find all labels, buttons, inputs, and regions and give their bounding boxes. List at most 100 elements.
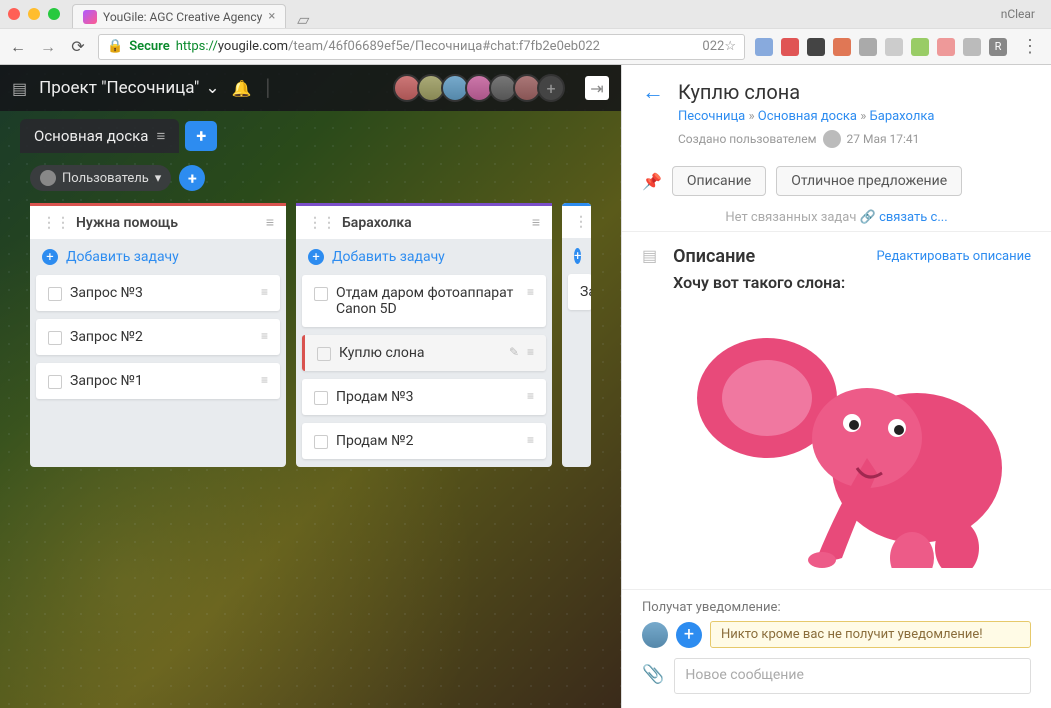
browser-menu-button[interactable]: ⋮ xyxy=(1017,36,1043,57)
task-card[interactable]: Продам №2 ≡ xyxy=(302,423,546,459)
task-card[interactable]: Запрос №3 ≡ xyxy=(36,275,280,311)
extension-icon[interactable] xyxy=(859,38,877,56)
checkbox[interactable] xyxy=(314,435,328,449)
task-detail-panel: ← Куплю слона Песочница » Основная доска… xyxy=(621,65,1051,708)
task-card[interactable]: Отдам даром фотоаппарат Canon 5D ≡ xyxy=(302,275,546,327)
checkbox[interactable] xyxy=(317,347,331,361)
checkbox[interactable] xyxy=(314,287,328,301)
forward-button[interactable]: → xyxy=(38,37,58,57)
checkbox[interactable] xyxy=(48,375,62,389)
drag-handle-icon[interactable]: ⋮ xyxy=(574,214,588,230)
column-header[interactable]: ⋮⋮ Барахолка ≡ xyxy=(296,203,552,239)
chevron-down-icon: ⌄ xyxy=(205,78,219,98)
notify-label: Получат уведомление: xyxy=(642,600,1031,615)
extension-icon[interactable] xyxy=(833,38,851,56)
filter-user-chip[interactable]: Пользователь ▾ xyxy=(30,165,171,191)
drag-handle-icon[interactable]: ⋮⋮ xyxy=(308,215,336,231)
browser-tab[interactable]: YouGile: AGC Creative Agency × xyxy=(72,4,286,28)
board-menu-icon[interactable]: ≡ xyxy=(156,127,165,145)
card-menu-icon[interactable]: ≡ xyxy=(261,285,268,299)
pencil-icon[interactable]: ✎ xyxy=(509,345,519,359)
compose-row: 📎 Новое сообщение xyxy=(642,658,1031,694)
tab-description[interactable]: Описание xyxy=(672,166,766,196)
chevron-down-icon: ▾ xyxy=(155,171,162,186)
tab-offer[interactable]: Отличное предложение xyxy=(776,166,962,196)
column-help: ⋮⋮ Нужна помощь ≡ + Добавить задачу Запр… xyxy=(30,203,286,467)
project-title[interactable]: Проект "Песочница" ⌄ xyxy=(39,78,219,98)
card-menu-icon[interactable]: ≡ xyxy=(261,373,268,387)
board-tab-main[interactable]: Основная доска ≡ xyxy=(20,119,179,153)
card-menu-icon[interactable]: ≡ xyxy=(527,285,534,299)
favicon-icon xyxy=(83,10,97,24)
task-card[interactable]: Запрос №2 ≡ xyxy=(36,319,280,355)
add-task-button[interactable]: + Добавить задачу xyxy=(296,239,552,275)
paperclip-icon[interactable]: 📎 xyxy=(642,664,664,685)
back-arrow-icon[interactable]: ← xyxy=(642,79,664,105)
extension-icon[interactable] xyxy=(885,38,903,56)
crumb-board[interactable]: Основная доска xyxy=(758,109,857,124)
minimize-window-button[interactable] xyxy=(28,8,40,20)
card-menu-icon[interactable]: ≡ xyxy=(261,329,268,343)
plus-icon: + xyxy=(42,249,58,265)
task-card[interactable]: Запрос №1 ≡ xyxy=(36,363,280,399)
add-board-button[interactable]: + xyxy=(185,121,217,151)
pin-icon[interactable]: 📌 xyxy=(642,172,662,191)
extension-icon[interactable] xyxy=(781,38,799,56)
link-task-action[interactable]: связать с... xyxy=(879,210,948,225)
back-button[interactable]: ← xyxy=(8,37,28,57)
bookmark-star-icon[interactable]: ☆ xyxy=(724,39,736,54)
creator-avatar[interactable] xyxy=(823,130,841,148)
column-partial: ⋮ А + За xyxy=(562,203,591,467)
sidebar-toggle-icon[interactable]: ▤ xyxy=(12,79,27,98)
column-menu-icon[interactable]: ≡ xyxy=(266,214,274,231)
extension-icon[interactable]: R xyxy=(989,38,1007,56)
card-menu-icon[interactable]: ≡ xyxy=(527,345,534,359)
add-task-button[interactable]: + Добавить задачу xyxy=(30,239,286,275)
detail-tabs: 📌 Описание Отличное предложение xyxy=(622,158,1051,204)
message-input[interactable]: Новое сообщение xyxy=(674,658,1031,694)
crumb-column[interactable]: Барахолка xyxy=(870,109,935,124)
extension-icon[interactable] xyxy=(755,38,773,56)
task-card-selected[interactable]: Куплю слона ✎ ≡ xyxy=(302,335,546,371)
collapse-panel-button[interactable]: ⇥ xyxy=(585,76,609,100)
column-header[interactable]: ⋮⋮ Нужна помощь ≡ xyxy=(30,203,286,239)
checkbox[interactable] xyxy=(48,287,62,301)
column-header[interactable]: ⋮ А xyxy=(562,203,591,238)
maximize-window-button[interactable] xyxy=(48,8,60,20)
checkbox[interactable] xyxy=(314,391,328,405)
reload-button[interactable]: ⟳ xyxy=(68,37,88,56)
edit-description-link[interactable]: Редактировать описание xyxy=(876,249,1031,264)
add-subscriber-button[interactable]: + xyxy=(676,622,702,648)
card-menu-icon[interactable]: ≡ xyxy=(527,433,534,447)
browser-chrome: YouGile: AGC Creative Agency × ▱ nClear … xyxy=(0,0,1051,65)
extension-icon[interactable] xyxy=(963,38,981,56)
add-filter-button[interactable]: + xyxy=(179,165,205,191)
extension-icon[interactable] xyxy=(807,38,825,56)
new-tab-button[interactable]: ▱ xyxy=(292,10,314,28)
checkbox[interactable] xyxy=(48,331,62,345)
tab-strip: YouGile: AGC Creative Agency × ▱ xyxy=(72,0,1001,28)
close-window-button[interactable] xyxy=(8,8,20,20)
extension-icon[interactable] xyxy=(937,38,955,56)
secure-label: Secure xyxy=(129,39,170,54)
add-task-button[interactable]: + xyxy=(562,238,591,274)
task-card[interactable]: Продам №3 ≡ xyxy=(302,379,546,415)
crumb-project[interactable]: Песочница xyxy=(678,109,745,124)
card-menu-icon[interactable]: ≡ xyxy=(527,389,534,403)
subscriber-avatar[interactable] xyxy=(642,622,668,648)
app-header: ▤ Проект "Песочница" ⌄ 🔔 │ + ⇥ xyxy=(0,65,621,111)
task-card[interactable]: За xyxy=(568,274,591,310)
drag-handle-icon[interactable]: ⋮⋮ xyxy=(42,215,70,231)
member-avatars: + xyxy=(397,74,565,102)
description-icon: ▤ xyxy=(642,246,657,265)
extension-icon[interactable] xyxy=(911,38,929,56)
add-member-button[interactable]: + xyxy=(537,74,565,102)
close-tab-button[interactable]: × xyxy=(268,9,275,24)
column-menu-icon[interactable]: ≡ xyxy=(532,214,540,231)
link-icon: 🔗 xyxy=(860,210,879,225)
avatar-icon xyxy=(40,170,56,186)
browser-profile[interactable]: nClear xyxy=(1001,7,1043,21)
omnibox[interactable]: 🔒 Secure https://yougile.com/team/46f066… xyxy=(98,34,745,60)
url-overflow: 022 xyxy=(702,39,724,54)
bell-icon[interactable]: 🔔 xyxy=(232,79,252,98)
